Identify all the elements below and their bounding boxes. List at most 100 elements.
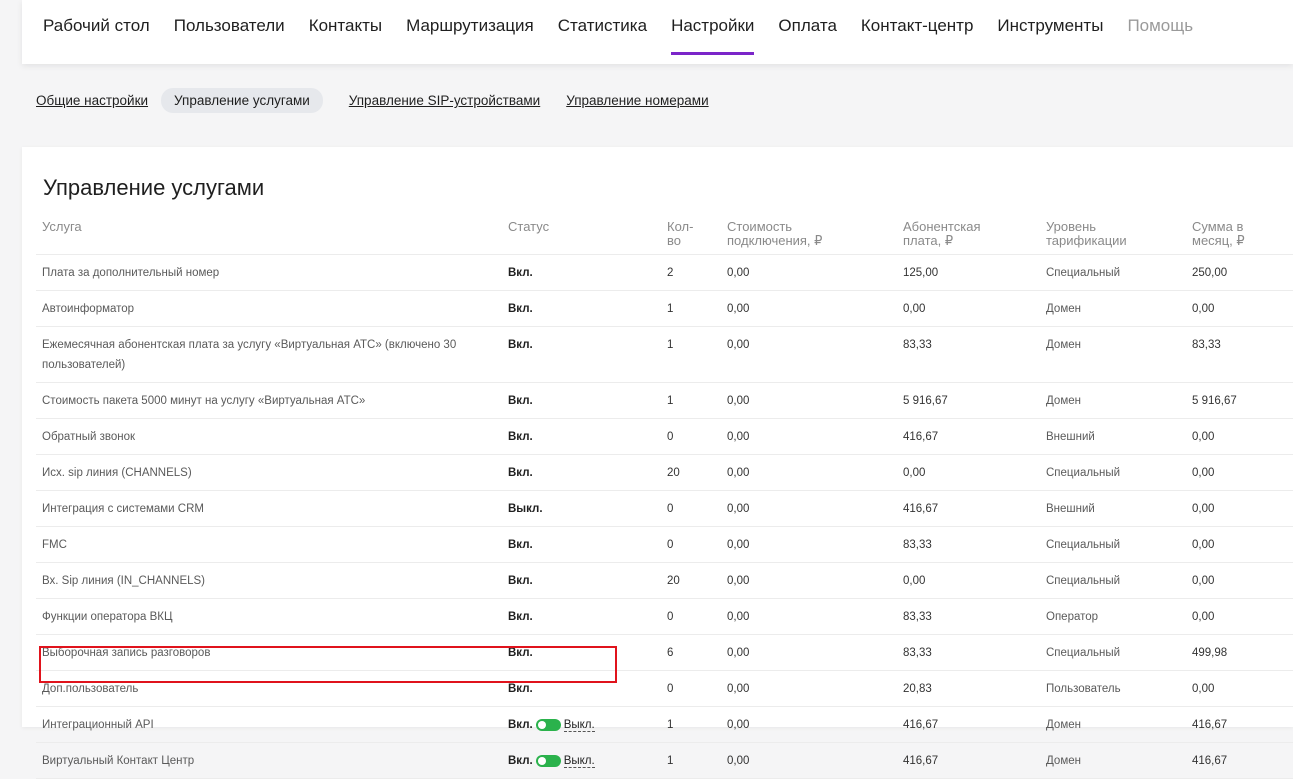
service-name-cell: Стоимость пакета 5000 минут на услугу «В…: [36, 382, 502, 419]
page-title: Управление услугами: [43, 175, 265, 200]
subscription-fee-cell: 83,33: [897, 598, 1040, 635]
subnav-item-1[interactable]: Общие настройки: [36, 93, 148, 108]
status-toggle-switch[interactable]: [535, 754, 561, 767]
topnav-item-7[interactable]: Оплата: [778, 0, 836, 64]
table-row: Плата за дополнительный номер Вкл. 2 0,00 12…: [36, 254, 1293, 291]
table-row: Виртуальный Контакт Центр Вкл. Выкл. 1 0,00 4…: [36, 742, 1293, 779]
settings-subnav: Общие настройки Управление услугами Управл…: [36, 88, 735, 113]
subscription-fee-cell: 125,00: [897, 254, 1040, 291]
subscription-fee-cell: 416,67: [897, 706, 1040, 743]
quantity-cell: 0: [661, 490, 721, 527]
status-cell: Вкл.: [502, 326, 661, 383]
connection-cost-cell: 0,00: [721, 634, 897, 671]
monthly-sum-cell: 0,00: [1186, 290, 1293, 327]
table-row: Выборочная запись разговоров Вкл. 6 0,00 83,…: [36, 634, 1293, 671]
status-cell: Вкл.: [502, 290, 661, 327]
subscription-fee-cell: 0,00: [897, 454, 1040, 491]
column-header: Услуга: [36, 215, 502, 255]
connection-cost-cell: 0,00: [721, 454, 897, 491]
status-label: Вкл.: [508, 303, 533, 315]
status-label: Вкл.: [508, 719, 533, 731]
status-label: Вкл.: [508, 539, 533, 551]
service-name-cell: FMC: [36, 526, 502, 563]
status-cell: Вкл.: [502, 598, 661, 635]
service-name-cell: Доп.пользователь: [36, 670, 502, 707]
table-row: Вх. Sip линия (IN_CHANNELS) Вкл. 20 0,00 0,0…: [36, 562, 1293, 599]
connection-cost-cell: 0,00: [721, 526, 897, 563]
topnav-item-2[interactable]: Пользователи: [174, 0, 285, 64]
topnav-item-3[interactable]: Контакты: [309, 0, 382, 64]
service-name-cell: Обратный звонок: [36, 418, 502, 455]
tariff-level-cell: Пользователь: [1040, 670, 1186, 707]
table-header-row: Услуга Статус Кол- во Стоимость подключения…: [36, 215, 1293, 255]
table-row: Ежемесячная абонентская плата за услугу …: [36, 326, 1293, 383]
toggle-off-link[interactable]: Выкл.: [563, 755, 595, 768]
connection-cost-cell: 0,00: [721, 490, 897, 527]
table-row: Стоимость пакета 5000 минут на услугу «В…: [36, 382, 1293, 419]
topnav-item-4[interactable]: Маршрутизация: [406, 0, 534, 64]
subnav-item-4[interactable]: Управление номерами: [566, 93, 708, 108]
subscription-fee-cell: 83,33: [897, 526, 1040, 563]
status-label: Вкл.: [508, 755, 533, 767]
column-header: Сумма в месяц, ₽: [1186, 215, 1293, 255]
services-card: Управление услугами Услуга Статус Кол- во С…: [22, 147, 1293, 779]
subnav-item-2[interactable]: Управление услугами: [161, 88, 323, 113]
connection-cost-cell: 0,00: [721, 382, 897, 419]
column-header: Стоимость подключения, ₽: [721, 215, 897, 255]
connection-cost-cell: 0,00: [721, 598, 897, 635]
subscription-fee-cell: 83,33: [897, 634, 1040, 671]
quantity-cell: 0: [661, 670, 721, 707]
monthly-sum-cell: 0,00: [1186, 670, 1293, 707]
subscription-fee-cell: 5 916,67: [897, 382, 1040, 419]
topnav-item-5[interactable]: Статистика: [558, 0, 647, 64]
topnav-item-1[interactable]: Рабочий стол: [43, 0, 150, 64]
table-row: Интеграция с системами CRM Выкл. 0 0,00 416,…: [36, 490, 1293, 527]
tariff-level-cell: Специальный: [1040, 634, 1186, 671]
tariff-level-cell: Домен: [1040, 290, 1186, 327]
table-row: Автоинформатор Вкл. 1 0,00 0,00 Домен 0,00: [36, 290, 1293, 327]
column-header: Кол- во: [661, 215, 721, 255]
topnav-item-10[interactable]: Помощь: [1127, 0, 1193, 64]
table-row: FMC Вкл. 0 0,00 83,33 Специальный 0,00: [36, 526, 1293, 563]
monthly-sum-cell: 0,00: [1186, 526, 1293, 563]
column-header: Уровень тарификации: [1040, 215, 1186, 255]
status-label: Вкл.: [508, 431, 533, 443]
status-cell: Вкл.: [502, 382, 661, 419]
tariff-level-cell: Домен: [1040, 382, 1186, 419]
monthly-sum-cell: 83,33: [1186, 326, 1293, 383]
monthly-sum-cell: 250,00: [1186, 254, 1293, 291]
connection-cost-cell: 0,00: [721, 290, 897, 327]
monthly-sum-cell: 416,67: [1186, 706, 1293, 743]
toggle-off-link[interactable]: Выкл.: [563, 719, 595, 732]
topnav-item-8[interactable]: Контакт-центр: [861, 0, 974, 64]
top-navigation-bar: Рабочий стол Пользователи Контакты Маршрути…: [22, 0, 1293, 64]
subscription-fee-cell: 83,33: [897, 326, 1040, 383]
subscription-fee-cell: 0,00: [897, 562, 1040, 599]
subscription-fee-cell: 0,00: [897, 290, 1040, 327]
connection-cost-cell: 0,00: [721, 670, 897, 707]
monthly-sum-cell: 5 916,67: [1186, 382, 1293, 419]
table-row: Интеграционный API Вкл. Выкл. 1 0,00 416,67 До…: [36, 706, 1293, 743]
table-row: Доп.пользователь Вкл. 0 0,00 20,83 Пользовате…: [36, 670, 1293, 707]
topnav-item-9[interactable]: Инструменты: [997, 0, 1103, 64]
service-name-cell: Плата за дополнительный номер: [36, 254, 502, 291]
connection-cost-cell: 0,00: [721, 254, 897, 291]
quantity-cell: 6: [661, 634, 721, 671]
status-cell: Вкл.: [502, 670, 661, 707]
status-cell: Вкл.: [502, 562, 661, 599]
monthly-sum-cell: 0,00: [1186, 418, 1293, 455]
status-label: Выкл.: [508, 503, 543, 515]
status-label: Вкл.: [508, 611, 533, 623]
monthly-sum-cell: 0,00: [1186, 490, 1293, 527]
quantity-cell: 1: [661, 742, 721, 779]
quantity-cell: 0: [661, 418, 721, 455]
connection-cost-cell: 0,00: [721, 418, 897, 455]
subnav-item-3[interactable]: Управление SIP-устройствами: [349, 93, 540, 108]
topnav-item-6[interactable]: Настройки: [671, 0, 755, 64]
status-label: Вкл.: [508, 683, 533, 695]
service-name-cell: Виртуальный Контакт Центр: [36, 742, 502, 779]
tariff-level-cell: Домен: [1040, 706, 1186, 743]
status-cell: Вкл.: [502, 418, 661, 455]
status-toggle-switch[interactable]: [535, 718, 561, 731]
tariff-level-cell: Внешний: [1040, 490, 1186, 527]
